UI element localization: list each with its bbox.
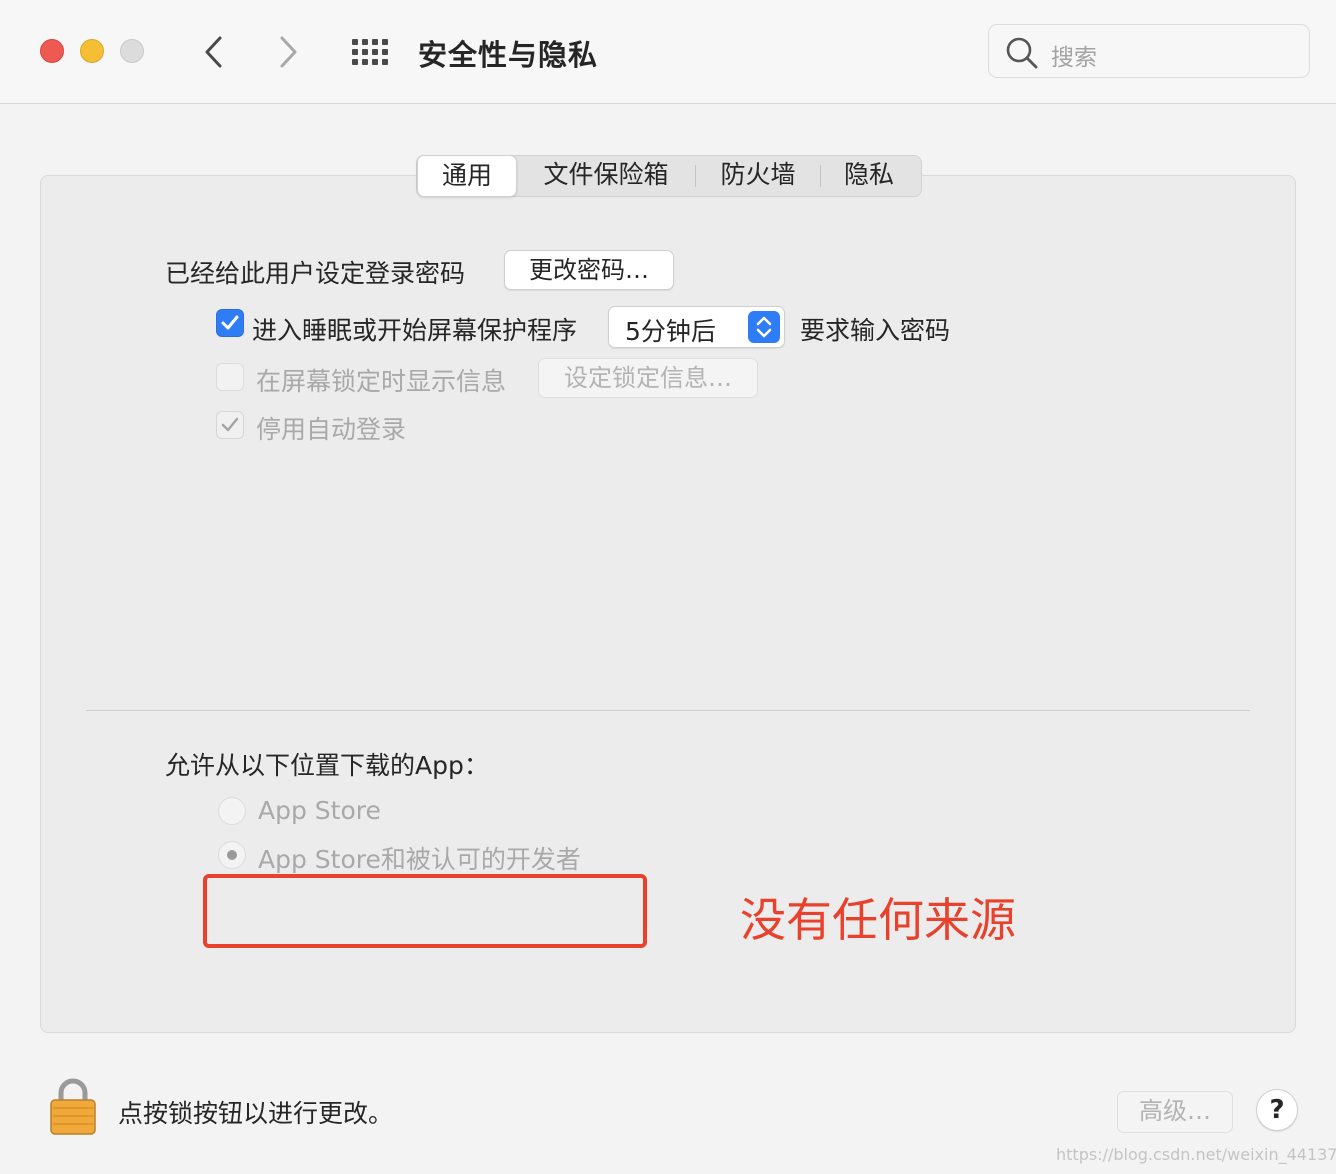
chevron-left-icon bbox=[205, 36, 222, 68]
search-field[interactable]: 搜索 bbox=[988, 24, 1310, 78]
show-all-button[interactable] bbox=[351, 38, 391, 66]
tab-general[interactable]: 通用 bbox=[417, 154, 517, 197]
annotation-highlight-box bbox=[203, 874, 647, 948]
grid-icon bbox=[352, 39, 388, 65]
set-lock-message-button[interactable]: 设定锁定信息… bbox=[538, 358, 758, 398]
zoom-button[interactable] bbox=[120, 39, 144, 63]
system-preferences-window: 安全性与隐私 搜索 通用 文件保险箱 防火墙 隐私 已经给此用户设定登录密码 更… bbox=[0, 0, 1336, 1174]
title-bar: 安全性与隐私 搜索 bbox=[0, 0, 1336, 104]
tab-firewall[interactable]: 防火墙 bbox=[696, 155, 820, 197]
tab-bar: 通用 文件保险箱 防火墙 隐私 bbox=[416, 154, 922, 197]
show-message-label: 在屏幕锁定时显示信息 bbox=[256, 367, 507, 396]
password-delay-value: 5分钟后 bbox=[625, 317, 716, 346]
disable-auto-login-label: 停用自动登录 bbox=[256, 415, 407, 444]
require-password-suffix: 要求输入密码 bbox=[800, 316, 951, 345]
chevron-right-icon bbox=[280, 36, 297, 68]
checkmark-icon bbox=[221, 315, 239, 330]
advanced-button[interactable]: 高级… bbox=[1117, 1091, 1233, 1133]
show-message-checkbox[interactable] bbox=[216, 363, 244, 391]
radio-selected-dot bbox=[227, 850, 237, 860]
require-password-label: 进入睡眠或开始屏幕保护程序 bbox=[252, 316, 578, 345]
password-delay-select[interactable]: 5分钟后 bbox=[608, 306, 785, 348]
disable-auto-login-checkbox[interactable] bbox=[216, 411, 244, 439]
radio-app-store-label: App Store bbox=[258, 796, 381, 825]
back-button[interactable] bbox=[200, 32, 230, 72]
watermark-text: https://blog.csdn.net/weixin_44137575 bbox=[1056, 1145, 1336, 1164]
close-button[interactable] bbox=[40, 39, 64, 63]
search-placeholder: 搜索 bbox=[1051, 45, 1097, 71]
downloads-heading: 允许从以下位置下载的App： bbox=[165, 751, 489, 780]
password-set-label: 已经给此用户设定登录密码 bbox=[165, 259, 466, 288]
forward-button[interactable] bbox=[274, 32, 304, 72]
tab-filevault[interactable]: 文件保险箱 bbox=[517, 155, 695, 197]
radio-app-store-identified-label: App Store和被认可的开发者 bbox=[258, 845, 581, 874]
section-divider bbox=[86, 710, 1250, 711]
change-password-button[interactable]: 更改密码… bbox=[504, 250, 674, 290]
updown-chevron-icon bbox=[748, 311, 780, 343]
lock-hint-text: 点按锁按钮以进行更改。 bbox=[118, 1099, 394, 1128]
lock-icon[interactable] bbox=[48, 1076, 98, 1136]
tab-privacy[interactable]: 隐私 bbox=[821, 155, 917, 197]
require-password-checkbox[interactable] bbox=[216, 309, 244, 337]
radio-app-store-identified[interactable] bbox=[218, 841, 246, 869]
minimize-button[interactable] bbox=[80, 39, 104, 63]
checkmark-icon bbox=[221, 417, 239, 432]
annotation-text: 没有任何来源 bbox=[740, 893, 1016, 947]
window-title: 安全性与隐私 bbox=[418, 38, 599, 72]
radio-app-store[interactable] bbox=[218, 797, 246, 825]
search-icon bbox=[1006, 37, 1038, 69]
help-button[interactable]: ? bbox=[1256, 1089, 1298, 1131]
